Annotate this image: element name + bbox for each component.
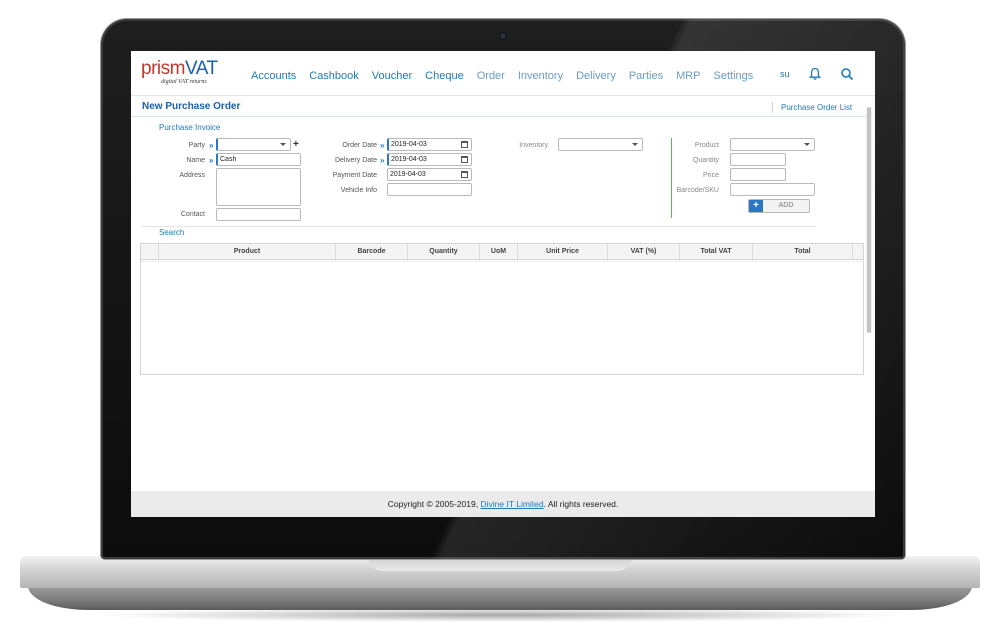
nav-settings[interactable]: Settings [714,69,754,83]
calendar-icon[interactable] [461,156,468,163]
column-header-uom[interactable]: UoM [480,244,518,259]
nav-order[interactable]: Order [477,69,505,83]
logo-vat: VAT [184,58,218,79]
product-label: Product [694,142,719,149]
prismvat-logo[interactable]: prismVAT digital VAT returns [141,59,231,87]
address-field[interactable] [216,168,301,206]
inventory-select[interactable] [558,138,643,151]
nav-cheque[interactable]: Cheque [425,69,464,83]
inventory-label: Inventory [519,142,548,149]
nav-cashbook[interactable]: Cashbook [309,69,359,83]
laptop-opening-notch [368,557,632,571]
page-scrollbar[interactable] [866,107,872,333]
laptop-base-bottom [28,586,972,610]
top-navigation-bar: prismVAT digital VAT returns Accounts Cas… [131,51,875,95]
company-link[interactable]: Divine IT Limited [480,499,543,509]
delivery-date-value: 2019-04-03 [391,156,427,163]
add-item-button[interactable]: + ADD [748,199,810,213]
laptop-shadow [90,608,910,622]
main-menu: Accounts Cashbook Voucher Cheque Order Invent… [251,66,766,83]
quantity-field[interactable] [730,153,786,166]
nav-parties[interactable]: Parties [629,69,663,83]
required-arrow-icon: » [209,141,214,150]
vehicle-info-label: Vehicle Info [340,187,377,194]
add-item-label: ADD [778,202,794,209]
bell-icon[interactable] [808,67,822,81]
vehicle-info-field[interactable] [387,183,472,196]
purchase-order-list-link[interactable]: Purchase Order List [772,102,852,113]
add-party-icon[interactable]: + [293,140,299,150]
search-icon[interactable] [840,67,854,81]
table-header-row: Product Barcode Quantity UoM Unit Price … [141,244,863,260]
webcam-icon [500,33,506,39]
payment-date-value: 2019-04-03 [390,171,426,178]
required-arrow-icon: » [380,156,385,165]
party-label: Party [188,142,205,149]
user-menu[interactable]: su [780,69,790,79]
copyright-suffix: . All rights reserved. [543,499,619,509]
order-date-label: Order Date [342,142,377,149]
chevron-down-icon [804,143,810,146]
page-title: New Purchase Order [142,101,241,112]
quantity-label: Quantity [692,157,719,164]
nav-inventory[interactable]: Inventory [518,69,563,83]
chevron-down-icon [632,143,638,146]
column-header-product[interactable]: Product [159,244,336,259]
price-label: Price [703,172,719,179]
column-header-barcode[interactable]: Barcode [336,244,408,259]
order-date-value: 2019-04-03 [391,141,427,148]
column-header-total[interactable]: Total [753,244,853,259]
logo-prism: prism [141,58,185,79]
section-purchase-invoice[interactable]: Purchase Invoice [159,123,220,132]
chevron-down-icon [280,143,286,146]
delivery-date-field[interactable]: 2019-04-03 [387,153,472,166]
column-header-unit-price[interactable]: Unit Price [518,244,608,259]
title-divider [131,116,867,117]
form-divider [142,226,816,227]
contact-field[interactable] [216,208,301,221]
column-header-select[interactable] [141,244,159,259]
section-search[interactable]: Search [159,228,184,237]
product-select[interactable] [730,138,815,151]
column-header-quantity[interactable]: Quantity [408,244,480,259]
page-footer: Copyright © 2005-2019, Divine IT Limited… [131,491,875,517]
header-divider [131,95,875,96]
app-screen: prismVAT digital VAT returns Accounts Cas… [131,51,875,517]
delivery-date-label: Delivery Date [334,157,377,164]
barcode-sku-field[interactable] [730,183,815,196]
calendar-icon[interactable] [461,171,468,178]
copyright-text: Copyright © 2005-2019, [387,499,481,509]
nav-voucher[interactable]: Voucher [372,69,412,83]
required-arrow-icon: » [209,156,214,165]
order-date-field[interactable]: 2019-04-03 [387,138,472,151]
logo-tagline: digital VAT returns [161,79,207,85]
column-header-vat[interactable]: VAT (%) [608,244,680,259]
name-label: Name [186,157,205,164]
party-select[interactable] [216,138,291,151]
barcode-sku-label: Barcode/SKU [676,187,719,194]
table-body-divider [141,261,863,262]
required-arrow-icon: » [380,141,385,150]
payment-date-label: Payment Date [332,172,377,179]
address-label: Address [179,172,205,179]
payment-date-field[interactable]: 2019-04-03 [387,168,472,181]
contact-label: Contact [180,211,205,218]
scrollbar-thumb[interactable] [867,107,871,333]
logo-wordmark: prismVAT [141,59,231,79]
column-header-total-vat[interactable]: Total VAT [680,244,753,259]
nav-mrp[interactable]: MRP [676,69,700,83]
nav-delivery[interactable]: Delivery [576,69,616,83]
order-items-table: Product Barcode Quantity UoM Unit Price … [140,243,864,375]
plus-icon: + [749,200,763,212]
nav-accounts[interactable]: Accounts [251,69,296,83]
name-field[interactable]: Cash [216,153,301,166]
price-field[interactable] [730,168,786,181]
calendar-icon[interactable] [461,141,468,148]
